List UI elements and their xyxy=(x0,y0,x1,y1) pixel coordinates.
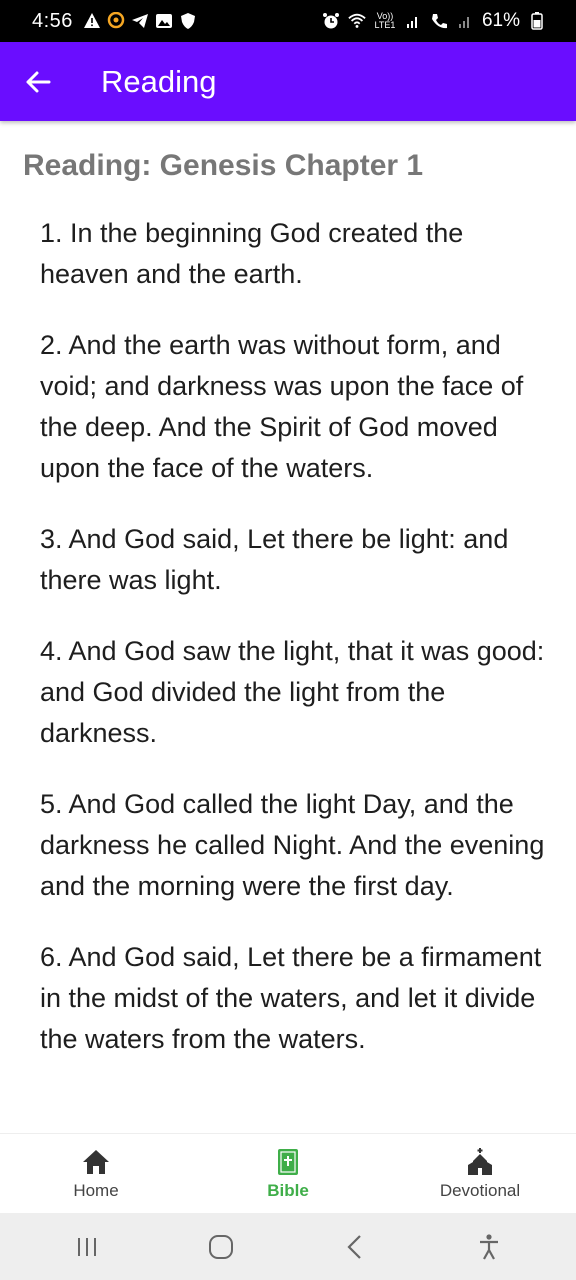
home-system-button[interactable] xyxy=(191,1222,251,1272)
notification-icons xyxy=(83,12,197,30)
nav-bible[interactable]: Bible xyxy=(192,1134,384,1213)
call-icon xyxy=(430,12,448,30)
verse-4: 4. And God saw the light, that it was go… xyxy=(40,636,545,748)
chat-icon xyxy=(107,12,125,30)
home-icon xyxy=(83,1149,109,1174)
app-bar: Reading xyxy=(0,42,576,121)
nav-devotional[interactable]: Devotional xyxy=(384,1134,576,1213)
verse-3: 3. And God said, Let there be light: and… xyxy=(40,524,509,595)
status-right: Vo)) LTE1 61% xyxy=(322,10,546,32)
nav-bible-label: Bible xyxy=(267,1180,309,1200)
warning-icon xyxy=(83,12,101,30)
church-icon xyxy=(468,1147,492,1175)
gallery-icon xyxy=(155,12,173,30)
status-bar: 4:56 Vo)) LTE1 61% xyxy=(0,0,576,42)
accessibility-icon xyxy=(480,1233,498,1260)
verse-1: 1. In the beginning God created the heav… xyxy=(40,218,464,289)
arrow-left-icon xyxy=(26,71,51,92)
chapter-heading: Reading: Genesis Chapter 1 xyxy=(23,149,424,182)
battery-icon xyxy=(528,12,546,30)
verse-6: 6. And God said, Let there be a firmamen… xyxy=(40,942,542,1054)
status-time: 4:56 xyxy=(32,9,73,32)
nav-devotional-label: Devotional xyxy=(439,1180,521,1200)
status-left: 4:56 xyxy=(32,10,197,33)
accessibility-button[interactable] xyxy=(459,1222,519,1272)
verse-list: 1. In the beginning God created the heav… xyxy=(40,213,552,1090)
bible-icon xyxy=(278,1148,298,1175)
telegram-icon xyxy=(131,12,149,30)
bottom-navigation: Home Bible Devotional xyxy=(0,1133,576,1213)
recents-icon xyxy=(78,1237,96,1256)
shield-icon xyxy=(179,12,197,30)
signal-icon-2 xyxy=(456,12,474,30)
nav-home-label: Home xyxy=(73,1180,119,1200)
signal-icon xyxy=(404,12,422,30)
back-button[interactable] xyxy=(0,42,76,121)
page-title: Reading xyxy=(101,63,217,99)
verse-5: 5. And God called the light Day, and the… xyxy=(40,789,545,901)
nav-home[interactable]: Home xyxy=(0,1134,192,1213)
system-navigation xyxy=(0,1213,576,1280)
reading-content[interactable]: Reading: Genesis Chapter 1 1. In the beg… xyxy=(0,121,576,1133)
lte-label: Vo)) LTE1 xyxy=(374,11,396,30)
back-chevron-icon xyxy=(347,1234,361,1259)
recents-button[interactable] xyxy=(57,1222,117,1272)
back-system-button[interactable] xyxy=(325,1222,385,1272)
verse-2: 2. And the earth was without form, and v… xyxy=(40,330,524,483)
battery-text: 61% xyxy=(481,10,520,31)
wifi-icon xyxy=(348,12,366,30)
alarm-icon xyxy=(322,12,340,30)
home-circle-icon xyxy=(209,1234,233,1259)
